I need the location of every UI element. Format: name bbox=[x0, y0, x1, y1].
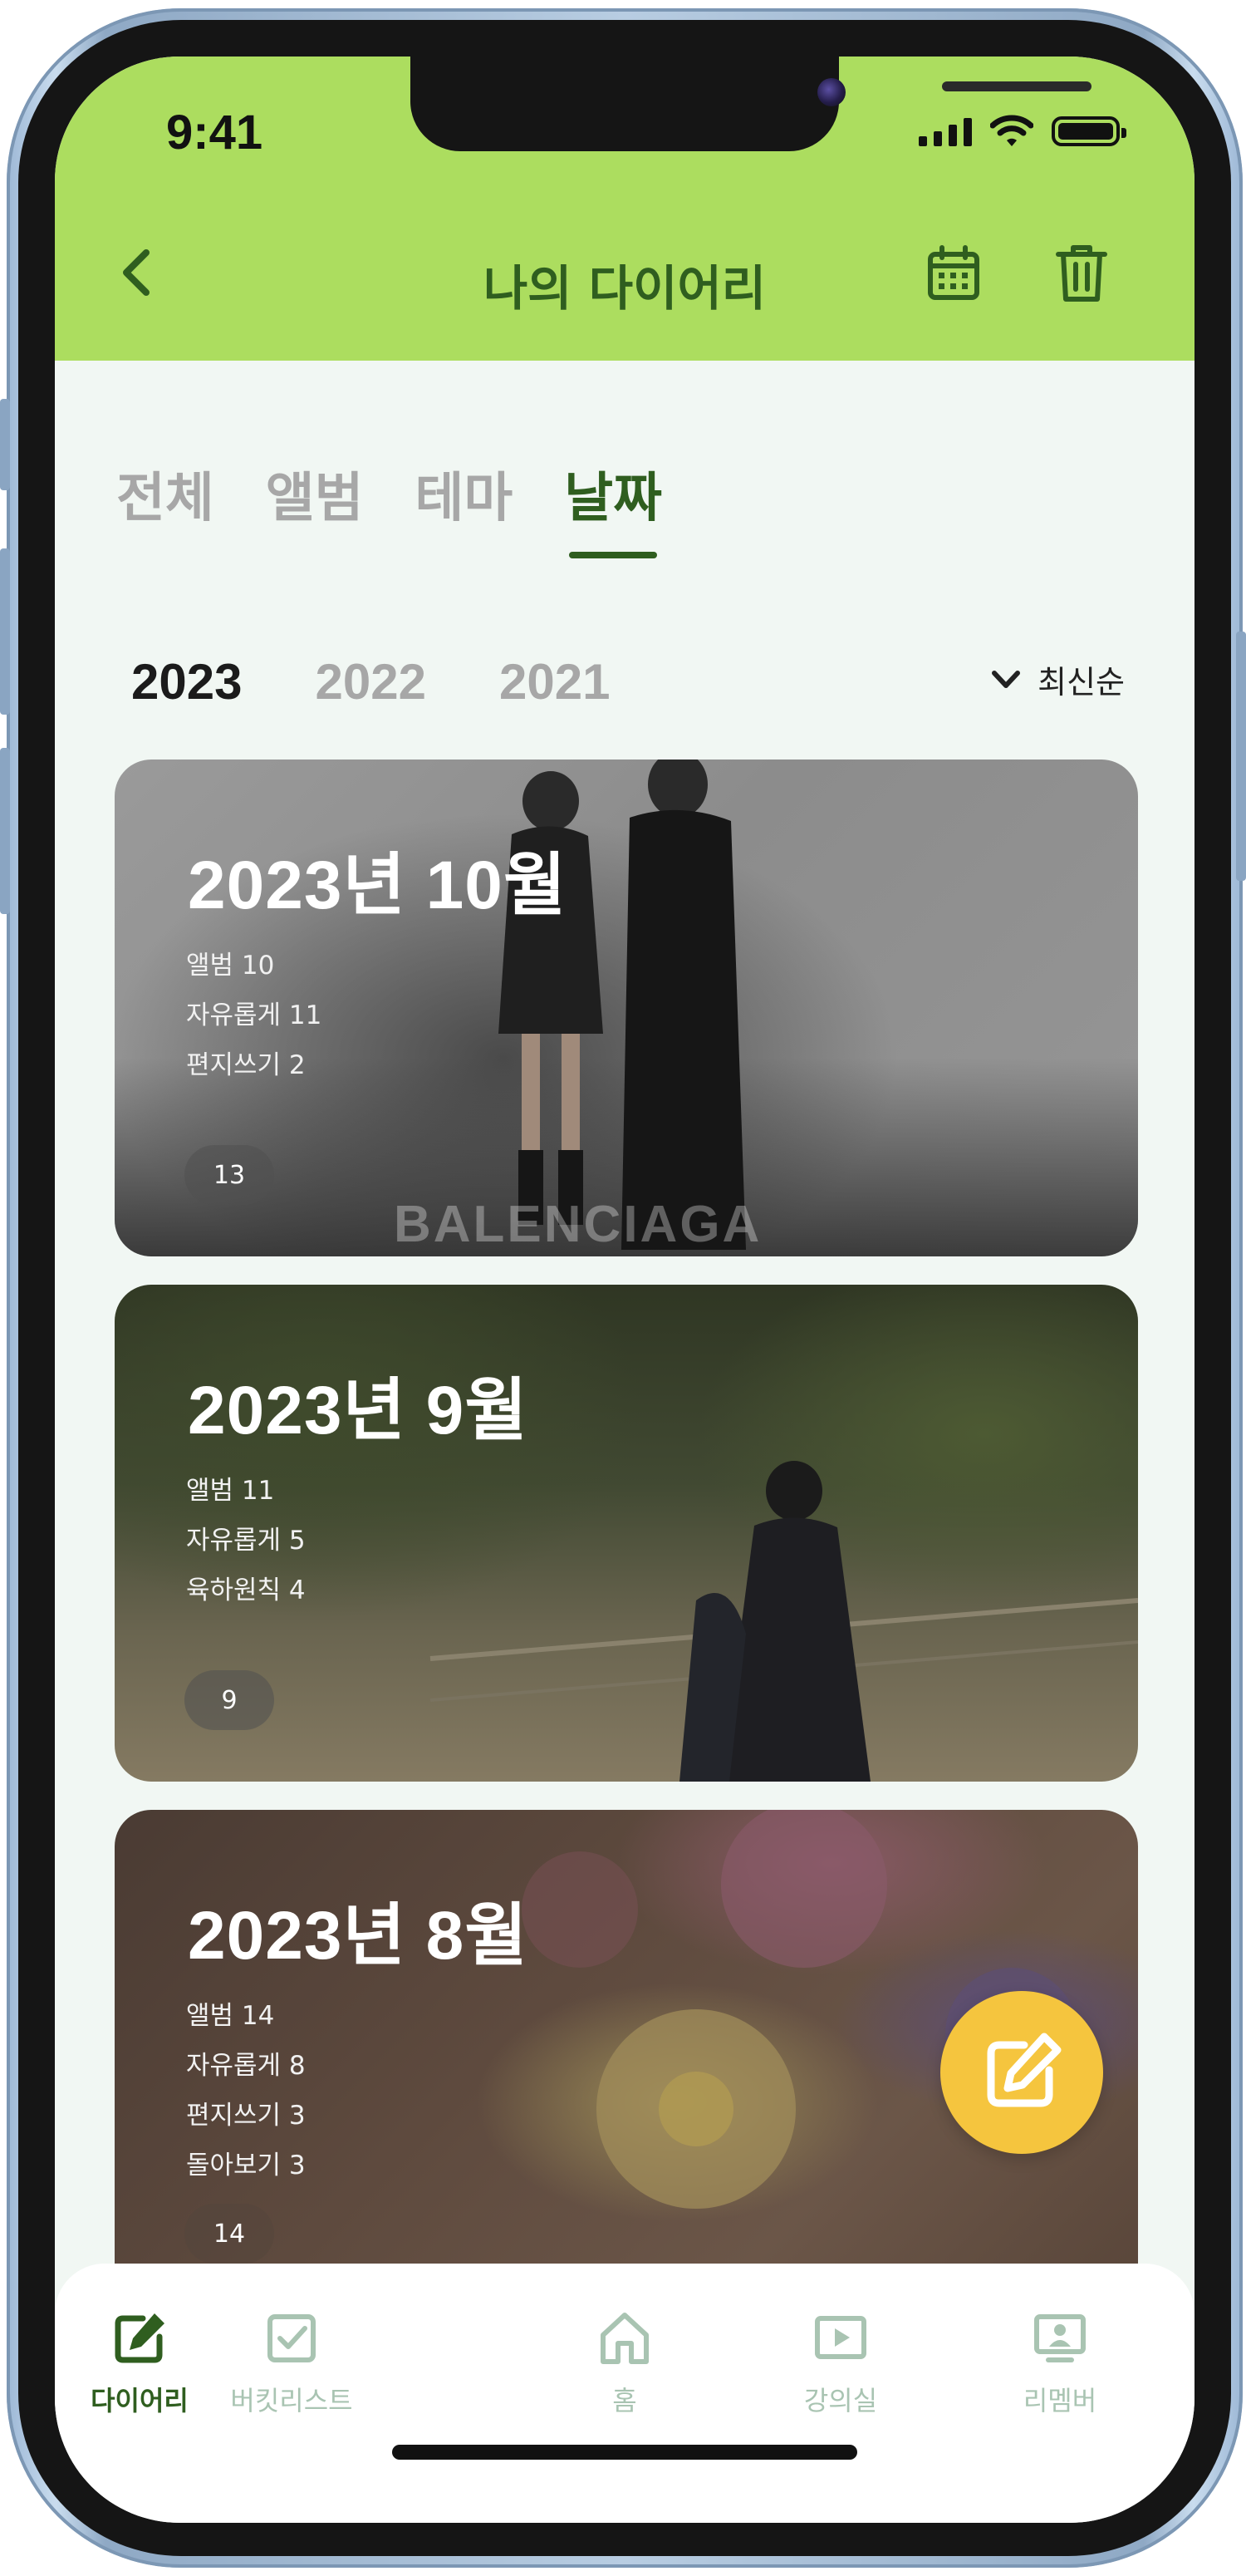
card-stats: 앨범 14 자유롭게 8 편지쓰기 3 돌아보기 3 bbox=[186, 1991, 306, 2190]
bottom-nav: 다이어리 버킷리스트 홈 강의실 리멤버 bbox=[55, 2264, 1194, 2523]
nav-label: 강의실 bbox=[803, 2385, 878, 2416]
card-stats: 앨범 10 자유롭게 11 편지쓰기 2 bbox=[186, 941, 321, 1090]
speaker bbox=[942, 81, 1091, 91]
year-2023[interactable]: 2023 bbox=[131, 653, 242, 710]
write-diary-button[interactable] bbox=[940, 1991, 1103, 2154]
stat-line: 편지쓰기 3 bbox=[186, 2101, 306, 2131]
silent-switch bbox=[0, 399, 10, 490]
year-filter: 2023 2022 2021 bbox=[131, 653, 610, 710]
home-indicator bbox=[392, 2445, 857, 2460]
diary-edit-icon bbox=[115, 2313, 164, 2363]
month-card-october[interactable]: BALENCIAGA 2023년 10월 앨범 10 자유롭게 11 편지쓰기 … bbox=[115, 760, 1138, 1256]
notch bbox=[410, 57, 1091, 151]
nav-label: 리멤버 bbox=[1023, 2385, 1097, 2416]
entry-count-badge: 9 bbox=[184, 1670, 274, 1730]
card-photo-watermark: BALENCIAGA bbox=[394, 1196, 763, 1253]
stat-line: 앨범 14 bbox=[186, 2001, 275, 2031]
calendar-icon bbox=[928, 245, 979, 300]
nav-label: 홈 bbox=[612, 2385, 637, 2416]
chevron-down-icon bbox=[992, 670, 1021, 688]
month-card-september[interactable]: 2023년 9월 앨범 11 자유롭게 5 육하원칙 4 9 bbox=[115, 1285, 1138, 1782]
power-button bbox=[1236, 632, 1246, 881]
nav-label: 버킷리스트 bbox=[230, 2385, 353, 2416]
card-title: 2023년 10월 bbox=[188, 848, 567, 923]
front-camera bbox=[817, 78, 846, 106]
sort-dropdown[interactable]: 최신순 bbox=[989, 656, 1125, 702]
monitor-person-icon bbox=[1034, 2314, 1086, 2362]
stat-line: 편지쓰기 2 bbox=[186, 1050, 306, 1080]
page-title: 나의 다이어리 bbox=[483, 260, 767, 317]
delete-button[interactable] bbox=[1048, 239, 1115, 306]
stat-line: 자유롭게 5 bbox=[186, 1526, 306, 1556]
volume-up-button bbox=[0, 548, 10, 715]
cellular-signal-icon bbox=[919, 116, 972, 146]
year-2022[interactable]: 2022 bbox=[315, 653, 425, 710]
nav-remember[interactable]: 리멤버 bbox=[977, 2308, 1143, 2418]
stat-line: 육하원칙 4 bbox=[186, 1576, 306, 1605]
stat-line: 돌아보기 3 bbox=[186, 2151, 306, 2180]
tab-theme[interactable]: 테마 bbox=[415, 455, 513, 532]
wifi-icon bbox=[990, 115, 1033, 146]
screen: 9:41 나의 다이어리 전체 앨범 테마 날짜 2023 2022 2021 … bbox=[55, 57, 1194, 2523]
edit-icon bbox=[987, 2033, 1062, 2107]
entry-count-badge: 13 bbox=[184, 1145, 274, 1205]
stat-line: 앨범 11 bbox=[186, 1476, 275, 1506]
status-time: 9:41 bbox=[166, 106, 263, 160]
stat-line: 앨범 10 bbox=[186, 951, 275, 981]
stat-line: 자유롭게 11 bbox=[186, 1000, 322, 1030]
category-tabs: 전체 앨범 테마 날짜 bbox=[116, 455, 662, 558]
tab-album[interactable]: 앨범 bbox=[266, 455, 364, 532]
play-icon bbox=[815, 2316, 866, 2359]
checkbox-icon bbox=[267, 2314, 316, 2362]
card-stats: 앨범 11 자유롭게 5 육하원칙 4 bbox=[186, 1466, 306, 1615]
year-2021[interactable]: 2021 bbox=[499, 653, 610, 710]
card-title: 2023년 8월 bbox=[188, 1898, 528, 1974]
nav-bucketlist[interactable]: 버킷리스트 bbox=[196, 2308, 387, 2418]
status-icons bbox=[919, 115, 1126, 148]
nav-classroom[interactable]: 강의실 bbox=[758, 2308, 924, 2418]
calendar-button[interactable] bbox=[920, 241, 987, 307]
nav-home[interactable]: 홈 bbox=[542, 2308, 708, 2418]
home-icon bbox=[601, 2313, 649, 2364]
volume-down-button bbox=[0, 748, 10, 914]
entry-count-badge: 14 bbox=[184, 2204, 274, 2264]
stat-line: 자유롭게 8 bbox=[186, 2051, 306, 2081]
battery-icon bbox=[1052, 116, 1126, 146]
trash-icon bbox=[1056, 245, 1107, 302]
sort-label: 최신순 bbox=[1038, 664, 1125, 701]
tab-date[interactable]: 날짜 bbox=[564, 455, 662, 558]
tab-all[interactable]: 전체 bbox=[116, 455, 214, 532]
card-title: 2023년 9월 bbox=[188, 1373, 528, 1448]
